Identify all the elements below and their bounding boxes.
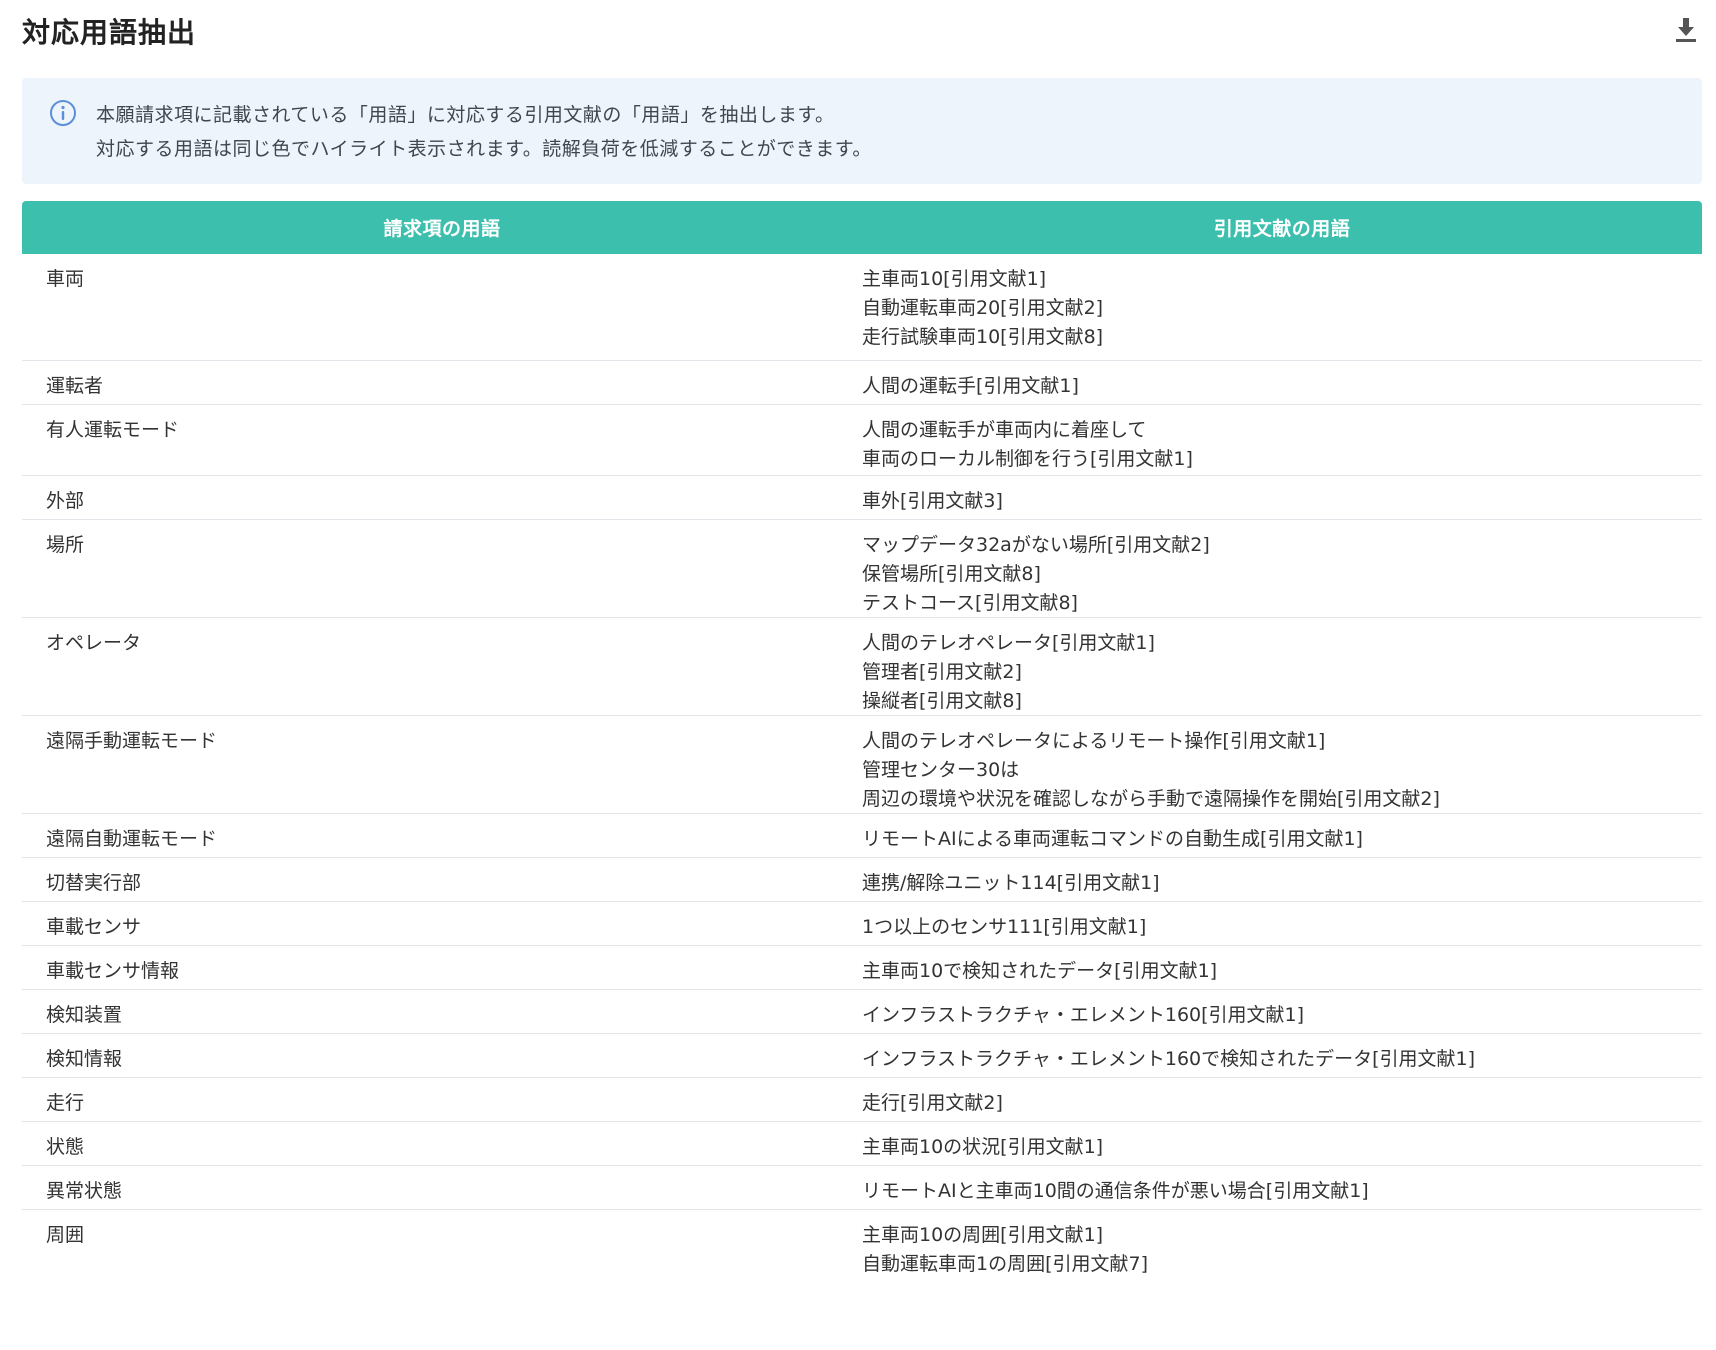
cited-term-line: 1つ以上のセンサ111[引用文献1] <box>862 916 1147 938</box>
cited-term-cell: リモートAIと主車両10間の通信条件が悪い場合[引用文献1] <box>862 1166 1702 1209</box>
cited-term-line: インフラストラクチャ・エレメント160[引用文献1] <box>862 1004 1305 1026</box>
info-line-1: 本願請求項に記載されている「用語」に対応する引用文献の「用語」を抽出します。 <box>96 104 835 126</box>
table-row: 有人運転モード 人間の運転手が車両内に着座して車両のローカル制御を行う[引用文献1… <box>22 405 1702 476</box>
cited-term-cell: 人間のテレオペレータ[引用文献1] 管理者[引用文献2] 操縦者[引用文献8] <box>862 618 1702 715</box>
cited-term-cell: 人間の運転手が車両内に着座して車両のローカル制御を行う[引用文献1] <box>862 405 1702 475</box>
claim-term-cell: 検知情報 <box>46 1048 123 1070</box>
cited-term-cell: 人間の運転手[引用文献1] <box>862 361 1702 404</box>
page-header: 対応用語抽出 <box>22 0 1702 62</box>
cited-term-line: テストコース[引用文献8] <box>862 592 1078 614</box>
cited-term-line: 連携/解除ユニット114[引用文献1] <box>862 872 1160 894</box>
claim-term-cell: 車載センサ <box>46 916 142 938</box>
terms-table: 請求項の用語 引用文献の用語 車両 主車両10[引用文献1] 自動運転車両20[引用… <box>22 201 1702 1290</box>
cited-term-line: 自動運転車両20[引用文献2] <box>862 297 1104 319</box>
cited-term-line: 人間のテレオペレータによるリモート操作[引用文献1] <box>862 730 1326 752</box>
table-row: 車両 主車両10[引用文献1] 自動運転車両20[引用文献2] 走行試験車両10[引用… <box>22 254 1702 361</box>
cited-term-line: 人間の運転手が車両内に着座して <box>862 419 1147 441</box>
table-row: 車載センサ情報 主車両10で検知されたデータ[引用文献1] <box>22 946 1702 990</box>
info-banner: 本願請求項に記載されている「用語」に対応する引用文献の「用語」を抽出します。 対… <box>22 78 1702 184</box>
cited-term-line: 走行[引用文献2] <box>862 1092 1003 1114</box>
cited-term-line: リモートAIと主車両10間の通信条件が悪い場合[引用文献1] <box>862 1180 1369 1202</box>
download-icon <box>1676 18 1696 42</box>
column-header-cited-terms: 引用文献の用語 <box>1213 218 1351 240</box>
cited-term-line: 人間の運転手[引用文献1] <box>862 375 1079 397</box>
cited-term-cell: マップデータ32aがない場所[引用文献2] 保管場所[引用文献8] テストコース[引… <box>862 520 1702 617</box>
table-row: 異常状態 リモートAIと主車両10間の通信条件が悪い場合[引用文献1] <box>22 1166 1702 1210</box>
table-row: 運転者 人間の運転手[引用文献1] <box>22 361 1702 405</box>
table-row: 車載センサ 1つ以上のセンサ111[引用文献1] <box>22 902 1702 946</box>
table-row: 状態 主車両10の状況[引用文献1] <box>22 1122 1702 1166</box>
cited-term-line: マップデータ32aがない場所[引用文献2] <box>862 534 1210 556</box>
cited-term-cell: インフラストラクチャ・エレメント160[引用文献1] <box>862 990 1702 1033</box>
claim-term-cell: 状態 <box>46 1136 85 1158</box>
cited-term-cell: 主車両10の周囲[引用文献1] 自動運転車両1の周囲[引用文献7] <box>862 1210 1702 1290</box>
download-button[interactable] <box>1670 14 1702 46</box>
table-row: 遠隔手動運転モード 人間のテレオペレータによるリモート操作[引用文献1] 管理センタ… <box>22 716 1702 814</box>
claim-term-cell: オペレータ <box>46 632 142 654</box>
cited-term-line: 主車両10の周囲[引用文献1] <box>862 1224 1104 1246</box>
cited-term-cell: 人間のテレオペレータによるリモート操作[引用文献1] 管理センター30は周辺の環境… <box>862 716 1702 813</box>
claim-term-cell: 遠隔自動運転モード <box>46 828 218 850</box>
column-header-claim-terms: 請求項の用語 <box>383 218 501 240</box>
table-row: 外部 車外[引用文献3] <box>22 476 1702 520</box>
table-row: 遠隔自動運転モード リモートAIによる車両運転コマンドの自動生成[引用文献1] <box>22 814 1702 858</box>
cited-term-line: 主車両10で検知されたデータ[引用文献1] <box>862 960 1218 982</box>
claim-term-cell: 検知装置 <box>46 1004 123 1026</box>
cited-term-cell: 走行[引用文献2] <box>862 1078 1702 1121</box>
cited-term-cell: インフラストラクチャ・エレメント160で検知されたデータ[引用文献1] <box>862 1034 1702 1077</box>
cited-term-line: インフラストラクチャ・エレメント160で検知されたデータ[引用文献1] <box>862 1048 1476 1070</box>
table-row: 検知情報 インフラストラクチャ・エレメント160で検知されたデータ[引用文献1] <box>22 1034 1702 1078</box>
claim-term-cell: 切替実行部 <box>46 872 142 894</box>
table-row: 切替実行部 連携/解除ユニット114[引用文献1] <box>22 858 1702 902</box>
table-row: 場所 マップデータ32aがない場所[引用文献2] 保管場所[引用文献8] テストコース… <box>22 520 1702 618</box>
cited-term-line: 車外[引用文献3] <box>862 490 1003 512</box>
cited-term-line: 管理者[引用文献2] <box>862 661 1022 683</box>
claim-term-cell: 外部 <box>46 490 85 512</box>
table-row: 検知装置 インフラストラクチャ・エレメント160[引用文献1] <box>22 990 1702 1034</box>
claim-term-cell: 周囲 <box>46 1224 85 1246</box>
claim-term-cell: 場所 <box>46 534 85 556</box>
table-header: 請求項の用語 引用文献の用語 <box>22 201 1702 254</box>
cited-term-cell: 連携/解除ユニット114[引用文献1] <box>862 858 1702 901</box>
claim-term-cell: 車両 <box>46 268 85 290</box>
cited-term-cell: 主車両10[引用文献1] 自動運転車両20[引用文献2] 走行試験車両10[引用文献… <box>862 254 1702 360</box>
table-body: 車両 主車両10[引用文献1] 自動運転車両20[引用文献2] 走行試験車両10[引用… <box>22 254 1702 1290</box>
info-line-2: 対応する用語は同じ色でハイライト表示されます。読解負荷を低減することができます。 <box>96 138 872 160</box>
claim-term-cell: 遠隔手動運転モード <box>46 730 218 752</box>
info-text: 本願請求項に記載されている「用語」に対応する引用文献の「用語」を抽出します。 対… <box>96 98 872 166</box>
cited-term-line: 管理センター30は <box>862 759 1020 781</box>
table-row: 走行 走行[引用文献2] <box>22 1078 1702 1122</box>
cited-term-cell: 主車両10で検知されたデータ[引用文献1] <box>862 946 1702 989</box>
table-row: 周囲 主車両10の周囲[引用文献1] 自動運転車両1の周囲[引用文献7] <box>22 1210 1702 1290</box>
info-circle-icon <box>50 100 76 126</box>
claim-term-cell: 走行 <box>46 1092 85 1114</box>
cited-term-line: 主車両10の状況[引用文献1] <box>862 1136 1104 1158</box>
cited-term-cell: 主車両10の状況[引用文献1] <box>862 1122 1702 1165</box>
page-title: 対応用語抽出 <box>22 16 197 49</box>
cited-term-cell: 1つ以上のセンサ111[引用文献1] <box>862 902 1702 945</box>
claim-term-cell: 運転者 <box>46 375 104 397</box>
cited-term-line: 人間のテレオペレータ[引用文献1] <box>862 632 1155 654</box>
table-row: オペレータ 人間のテレオペレータ[引用文献1] 管理者[引用文献2] 操縦者[引用文献… <box>22 618 1702 716</box>
cited-term-line: 周辺の環境や状況を確認しながら手動で遠隔操作を開始[引用文献2] <box>862 788 1440 810</box>
claim-term-cell: 車載センサ情報 <box>46 960 180 982</box>
cited-term-line: 自動運転車両1の周囲[引用文献7] <box>862 1253 1149 1275</box>
cited-term-line: 主車両10[引用文献1] <box>862 268 1047 290</box>
cited-term-line: 操縦者[引用文献8] <box>862 690 1022 712</box>
cited-term-line: 車両のローカル制御を行う[引用文献1] <box>862 448 1193 470</box>
claim-term-cell: 異常状態 <box>46 1180 123 1202</box>
cited-term-line: 保管場所[引用文献8] <box>862 563 1041 585</box>
cited-term-line: 走行試験車両10[引用文献8] <box>862 326 1104 348</box>
cited-term-cell: リモートAIによる車両運転コマンドの自動生成[引用文献1] <box>862 814 1702 857</box>
cited-term-line: リモートAIによる車両運転コマンドの自動生成[引用文献1] <box>862 828 1363 850</box>
cited-term-cell: 車外[引用文献3] <box>862 476 1702 519</box>
claim-term-cell: 有人運転モード <box>46 419 180 441</box>
